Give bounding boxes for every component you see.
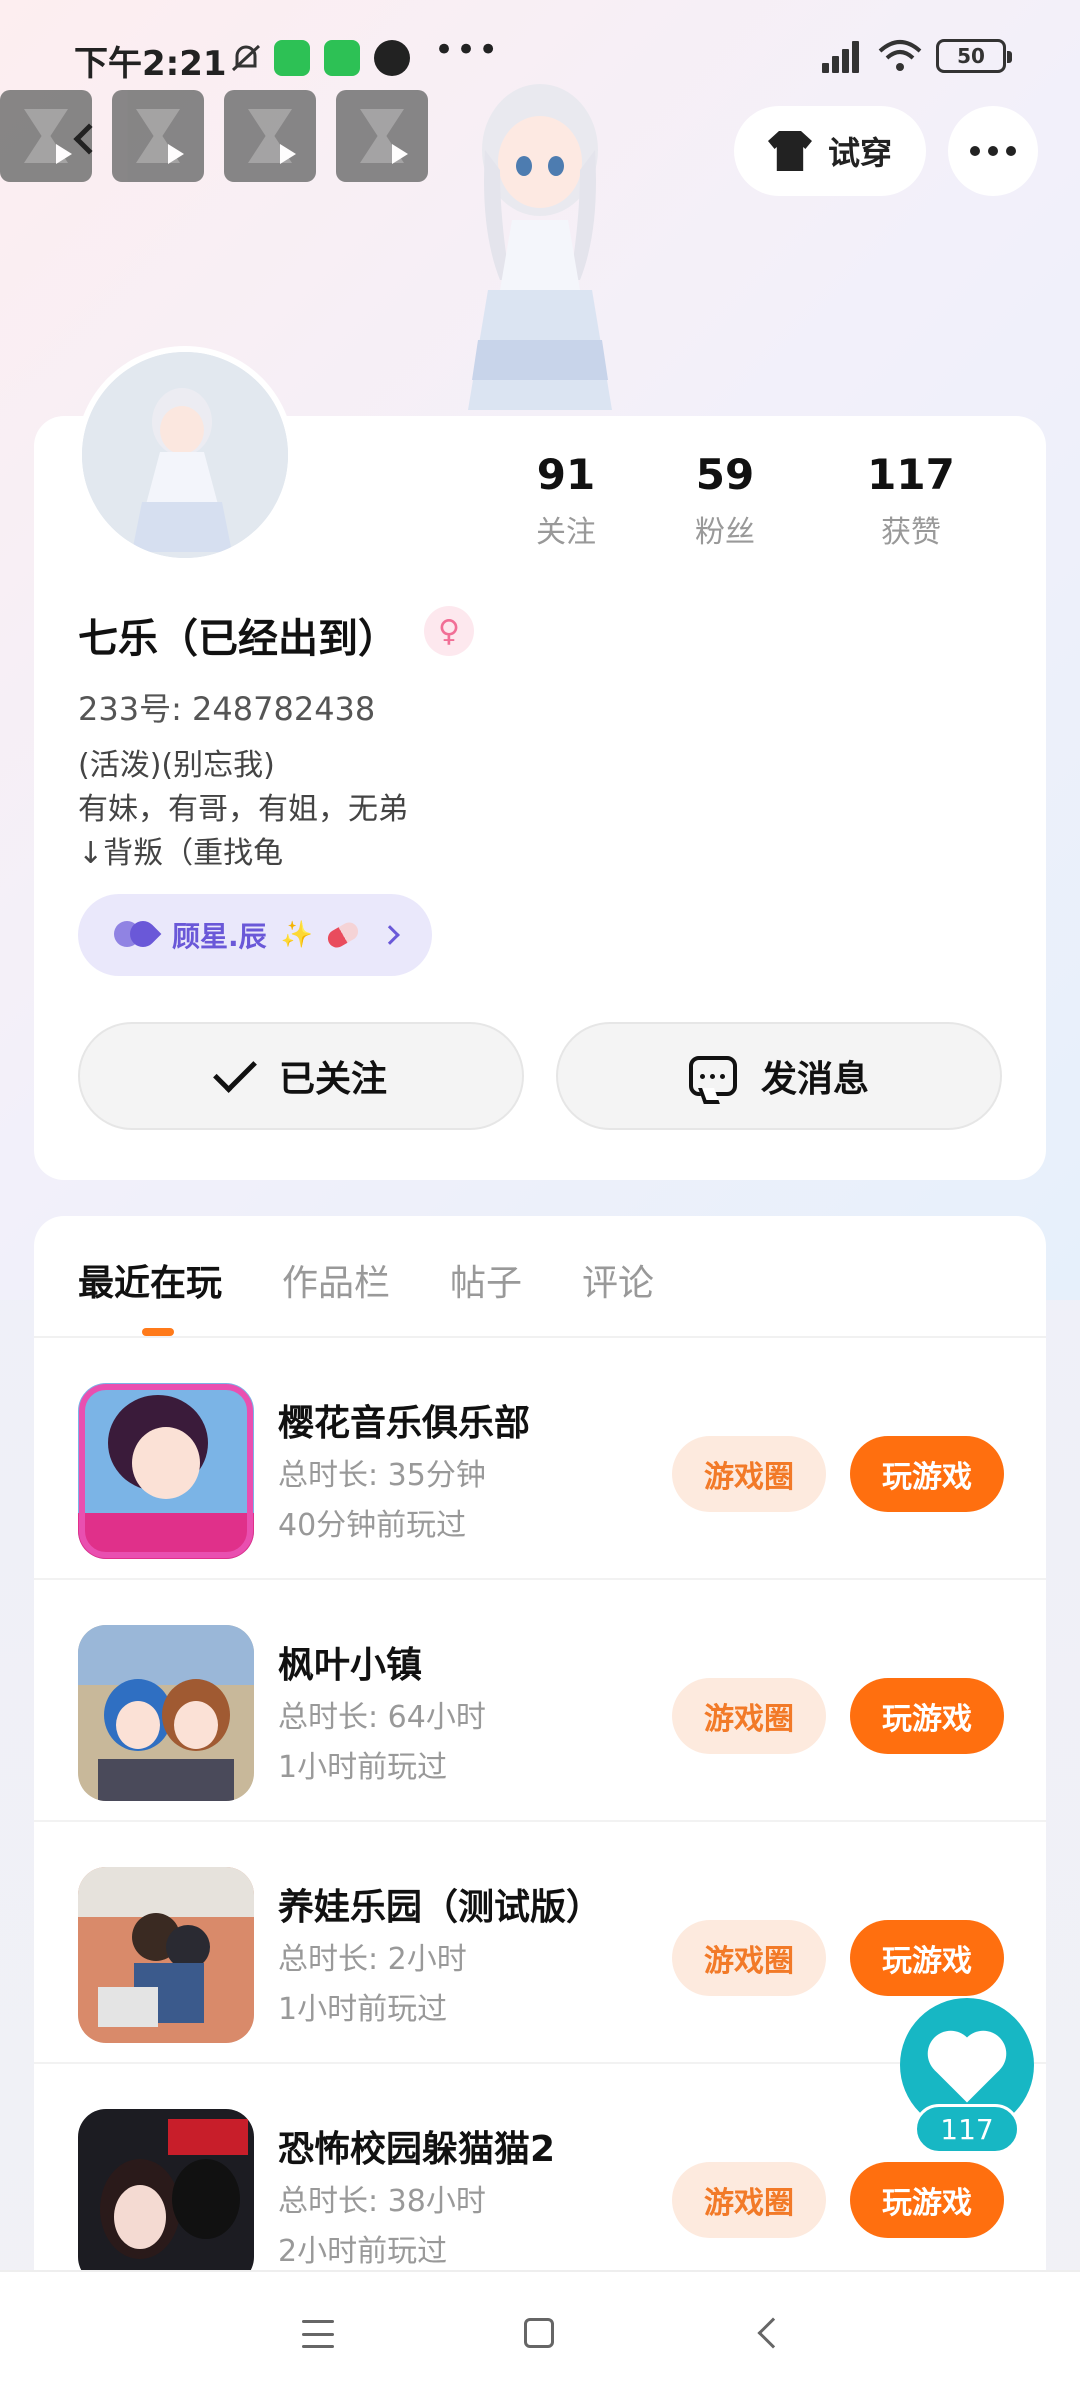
- game-circle-button[interactable]: 游戏圈: [672, 1678, 826, 1754]
- sparkle-emoji: ✨: [280, 920, 314, 950]
- stat-label: 粉丝: [695, 515, 755, 550]
- video-thumbnail[interactable]: [336, 90, 428, 182]
- game-list-item[interactable]: 樱花音乐俱乐部 总时长: 35分钟 40分钟前玩过 游戏圈 玩游戏: [34, 1338, 1046, 1580]
- chevron-right-icon: [380, 925, 400, 945]
- bio-line: ↓背叛（重找龟: [78, 836, 284, 871]
- intimacy-friend-name: 顾星.辰: [172, 920, 267, 953]
- tshirt-icon: [767, 131, 812, 171]
- play-icon: [168, 144, 184, 164]
- play-icon: [280, 144, 296, 164]
- play-game-button[interactable]: 玩游戏: [850, 1920, 1004, 1996]
- user-name: 七乐（已经出到）: [78, 616, 398, 662]
- avatar[interactable]: [76, 346, 294, 564]
- play-icon: [392, 144, 408, 164]
- followed-label: 已关注: [278, 1059, 387, 1100]
- stat-following[interactable]: 91 关注: [500, 450, 632, 551]
- play-game-button[interactable]: 玩游戏: [850, 1678, 1004, 1754]
- character-figure-image: [430, 80, 650, 415]
- game-duration: 总时长: 35分钟: [278, 1458, 486, 1493]
- stat-label: 获赞: [881, 515, 941, 550]
- stat-label: 关注: [536, 515, 596, 550]
- game-title: 樱花音乐俱乐部: [278, 1403, 531, 1444]
- intimacy-badge[interactable]: 顾星.辰 ✨: [78, 894, 432, 976]
- profile-stats: 91 关注 59 粉丝 117 获赞: [500, 450, 1020, 551]
- game-icon: [78, 1625, 254, 1801]
- game-duration: 总时长: 2小时: [278, 1942, 467, 1977]
- wifi-icon: [878, 39, 922, 73]
- like-count-badge: 117: [914, 2104, 1020, 2154]
- heart-icon: [934, 2037, 1000, 2103]
- try-on-button[interactable]: 试穿: [734, 106, 926, 196]
- game-last-played: 1小时前玩过: [278, 1750, 448, 1785]
- stat-value: 59: [695, 450, 755, 499]
- stat-followers[interactable]: 59 粉丝: [632, 450, 818, 551]
- more-notifications-icon: •••: [434, 30, 501, 70]
- system-nav-bar: [0, 2270, 1080, 2400]
- mute-bell-icon: [228, 40, 264, 76]
- game-duration: 总时长: 64小时: [278, 1700, 486, 1735]
- play-game-button[interactable]: 玩游戏: [850, 1436, 1004, 1512]
- play-icon: [56, 144, 72, 164]
- signal-icon: [822, 39, 864, 73]
- pill-emoji-icon: [324, 919, 362, 951]
- status-time: 下午2:21: [74, 44, 227, 84]
- tab-recently-played[interactable]: 最近在玩: [78, 1254, 222, 1306]
- game-title: 养娃乐园（测试版）: [278, 1887, 603, 1928]
- menu-icon[interactable]: [302, 2320, 334, 2348]
- bio-line: 有妹，有哥，有姐，无弟: [78, 792, 408, 827]
- game-title: 枫叶小镇: [278, 1645, 423, 1686]
- followed-button[interactable]: 已关注: [78, 1022, 524, 1130]
- game-list-item[interactable]: 养娃乐园（测试版） 总时长: 2小时 1小时前玩过 游戏圈 玩游戏: [34, 1822, 1046, 2064]
- game-circle-button[interactable]: 游戏圈: [672, 1436, 826, 1512]
- game-last-played: 40分钟前玩过: [278, 1508, 467, 1543]
- send-message-label: 发消息: [760, 1059, 869, 1100]
- media-thumbnail-row: [0, 90, 428, 182]
- game-circle-button[interactable]: 游戏圈: [672, 1920, 826, 1996]
- wechat-icon: [274, 40, 310, 76]
- send-message-button[interactable]: 发消息: [556, 1022, 1002, 1130]
- try-on-label: 试穿: [827, 134, 892, 172]
- game-icon: [78, 2109, 254, 2285]
- user-bio: (活泼)(别忘我) 有妹，有哥，有姐，无弟 ↓背叛（重找龟: [78, 744, 408, 876]
- stat-value: 117: [867, 450, 955, 499]
- game-title: 恐怖校园躲猫猫2: [278, 2129, 556, 2170]
- video-thumbnail[interactable]: [224, 90, 316, 182]
- more-options-button[interactable]: [948, 106, 1038, 196]
- tab-works[interactable]: 作品栏: [282, 1254, 390, 1306]
- video-thumbnail[interactable]: [112, 90, 204, 182]
- game-last-played: 2小时前玩过: [278, 2234, 448, 2269]
- tab-comments[interactable]: 评论: [582, 1254, 654, 1306]
- game-duration: 总时长: 38小时: [278, 2184, 486, 2219]
- home-icon[interactable]: [524, 2318, 554, 2348]
- double-heart-icon: [114, 919, 158, 951]
- play-game-button[interactable]: 玩游戏: [850, 2162, 1004, 2238]
- back-nav-icon[interactable]: [757, 2317, 789, 2349]
- chat-bubble-icon: [688, 1056, 737, 1096]
- status-right: 50: [822, 36, 1012, 76]
- game-icon: [78, 1867, 254, 2043]
- game-circle-button[interactable]: 游戏圈: [672, 2162, 826, 2238]
- tab-posts[interactable]: 帖子: [450, 1254, 522, 1306]
- user-id: 233号: 248782438: [78, 690, 376, 728]
- wechat-icon: [324, 40, 360, 76]
- game-list-item[interactable]: 枫叶小镇 总时长: 64小时 1小时前玩过 游戏圈 玩游戏: [34, 1580, 1046, 1822]
- qq-icon: [374, 40, 410, 76]
- battery-icon: 50: [936, 39, 1012, 73]
- bio-line: (活泼)(别忘我): [78, 748, 275, 783]
- game-icon: [78, 1383, 254, 1559]
- active-tab-indicator: [142, 1328, 174, 1336]
- female-gender-icon: ♀: [424, 606, 474, 656]
- profile-screen: 下午2:21 ••• 50 试穿 91 关注 59 粉丝 117 获赞 七乐（已…: [0, 0, 1080, 2400]
- game-last-played: 1小时前玩过: [278, 1992, 448, 2027]
- check-icon: [213, 1049, 257, 1093]
- stat-likes[interactable]: 117 获赞: [818, 450, 1004, 551]
- stat-value: 91: [536, 450, 596, 499]
- profile-tabs: 最近在玩 作品栏 帖子 评论: [78, 1254, 654, 1306]
